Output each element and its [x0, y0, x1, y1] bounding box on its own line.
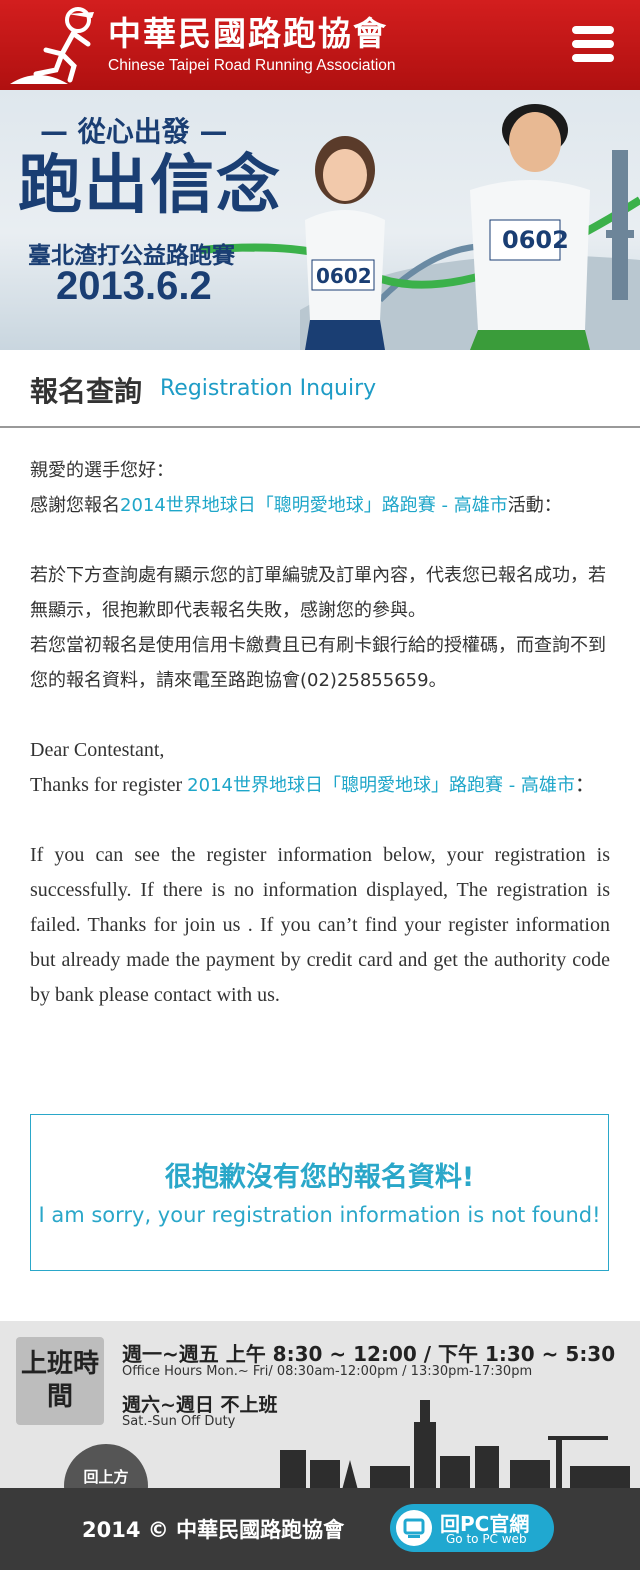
weekend-hours-zh: 週六~週日 不上班 — [122, 1394, 278, 1416]
bib-number-left: 0602 — [316, 264, 372, 288]
banner-headline: 跑出信念 — [18, 149, 282, 223]
weekend-hours-en: Sat.-Sun Off Duty — [122, 1414, 236, 1429]
notice-en: I am sorry, your registration informatio… — [38, 1203, 601, 1227]
page-title-en: Registration Inquiry — [160, 376, 377, 401]
info-paragraph-zh-2: 若您當初報名是使用信用卡繳費且已有刷卡銀行給的授權碼，而查詢不到您的報名資料，請… — [30, 635, 606, 691]
event-banner[interactable]: — 從心出發 — 跑出信念 臺北渣打公益路跑賽 2013.6.2 0602 06… — [0, 90, 640, 350]
not-found-notice: 很抱歉沒有您的報名資料! I am sorry, your registrati… — [30, 1114, 609, 1271]
thanks-en: Thanks for register 2014世界地球日「聰明愛地球」路跑賽 … — [30, 774, 595, 796]
page-title: 報名查詢 — [30, 375, 143, 408]
monitor-icon — [396, 1510, 432, 1546]
greeting-en: Dear Contestant, — [30, 739, 165, 761]
office-hours-badge-text: 上班時間 — [20, 1349, 99, 1412]
weekday-hours-zh: 週一~週五 上午 8:30 ~ 12:00 / 下午 1:30 ~ 5:30 — [122, 1342, 616, 1366]
banner-tagline: — 從心出發 — — [40, 115, 228, 148]
info-paragraph-en: If you can see the register information … — [30, 844, 610, 1006]
site-header: 中華民國路跑協會 Chinese Taipei Road Running Ass… — [0, 0, 640, 90]
weekday-hours-en: Office Hours Mon.~ Fri/ 08:30am-12:00pm … — [122, 1364, 533, 1379]
pc-web-label-en: Go to PC web — [446, 1532, 527, 1546]
site-title: 中華民國路跑協會 — [108, 14, 388, 53]
copyright-text: 2014 © 中華民國路跑協會 — [82, 1518, 345, 1542]
runner-logo-icon[interactable] — [8, 4, 103, 86]
greeting-zh: 親愛的選手您好： — [30, 460, 174, 481]
event-name-link: 2014世界地球日「聰明愛地球」路跑賽 - 高雄市 — [120, 495, 508, 516]
main-content: 親愛的選手您好： 感謝您報名2014世界地球日「聰明愛地球」路跑賽 - 高雄市活… — [30, 453, 610, 1013]
back-to-top-label: 回上方 — [83, 1468, 129, 1486]
notice-zh: 很抱歉沒有您的報名資料! — [164, 1162, 475, 1193]
info-paragraph-zh-1: 若於下方查詢處有顯示您的訂單編號及訂單內容，代表您已報名成功，若無顯示，很抱歉即… — [30, 565, 606, 621]
go-to-pc-web-button[interactable]: 回PC官網 Go to PC web — [390, 1504, 554, 1552]
banner-date: 2013.6.2 — [56, 264, 212, 308]
bib-number-right: 0602 — [502, 226, 569, 254]
site-subtitle: Chinese Taipei Road Running Association — [108, 57, 396, 74]
city-skyline-icon — [280, 1400, 630, 1490]
thanks-zh: 感謝您報名2014世界地球日「聰明愛地球」路跑賽 - 高雄市活動： — [30, 495, 562, 516]
menu-icon[interactable] — [572, 26, 618, 66]
event-name-en: 2014世界地球日「聰明愛地球」路跑賽 - 高雄市 — [187, 775, 575, 796]
